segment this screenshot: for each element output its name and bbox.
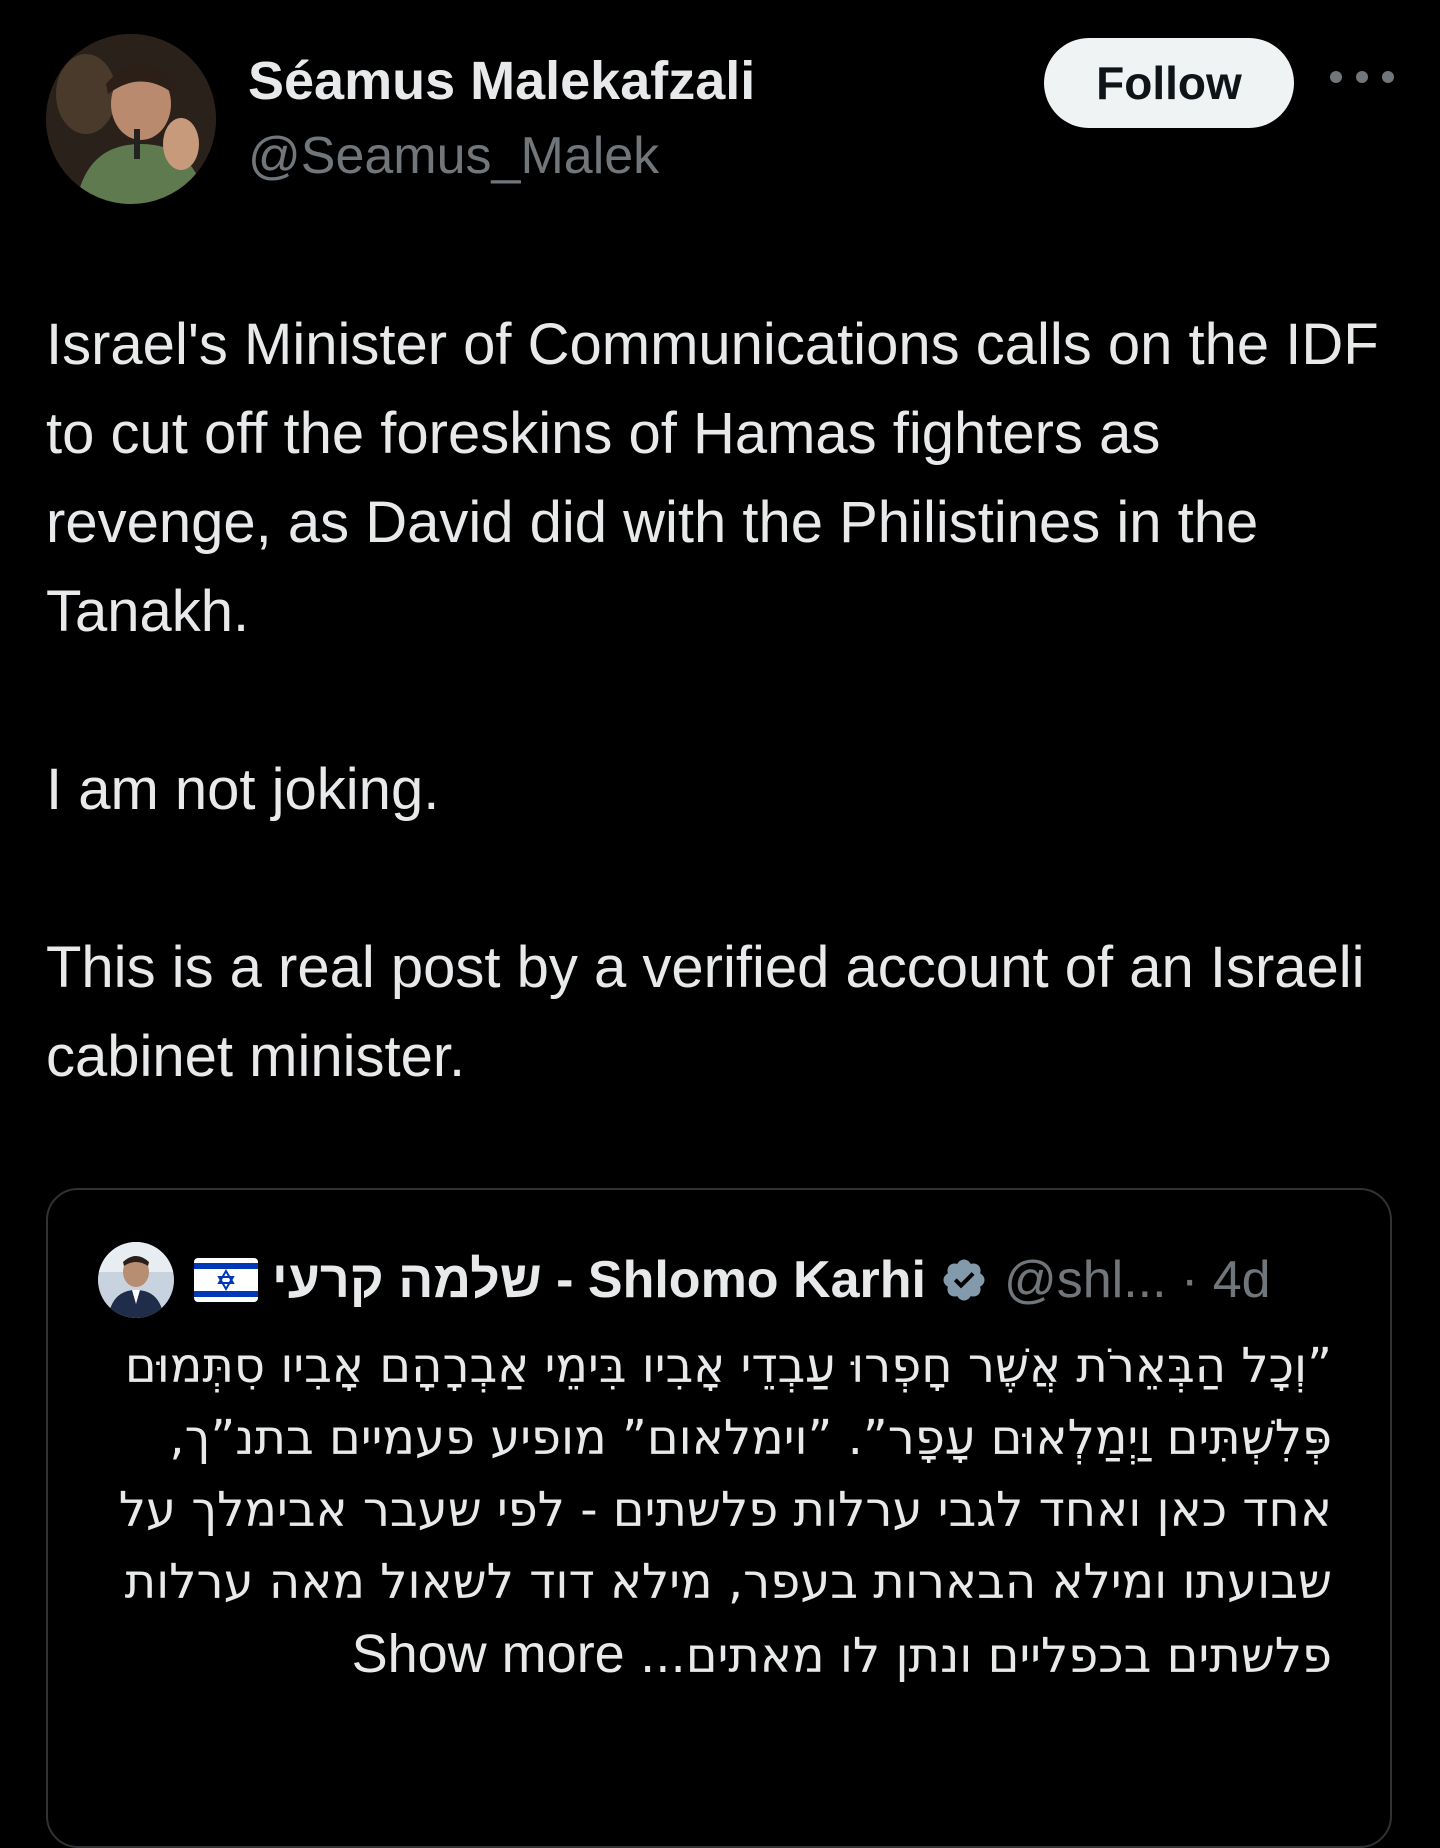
more-dot [1382,71,1394,83]
quoted-tweet-card[interactable]: שלמה קרעי - Shlomo Karhi @shl... · 4d ”ו… [46,1188,1392,1848]
show-more-link[interactable]: Show more [352,1624,625,1684]
tweet-paragraph: This is a real post by a verified accoun… [46,935,1365,1089]
author-handle[interactable]: @Seamus_Malek [248,126,659,186]
tweet-paragraph: Israel's Minister of Communications call… [46,312,1379,644]
more-dot [1330,71,1342,83]
author-name[interactable]: Séamus Malekafzali [248,50,755,112]
verified-badge-icon[interactable] [940,1256,988,1304]
tweet-header: Séamus Malekafzali @Seamus_Malek Follow [46,34,1406,204]
quoted-author-name[interactable]: שלמה קרעי - Shlomo Karhi [272,1250,926,1310]
quoted-author-handle[interactable]: @shl... · 4d [1004,1250,1271,1310]
author-avatar-image [46,34,216,204]
more-horizontal-icon[interactable] [1330,64,1394,90]
quoted-tweet-header: שלמה קרעי - Shlomo Karhi @shl... · 4d [98,1240,1271,1320]
follow-button[interactable]: Follow [1044,38,1294,128]
quoted-tweet-body: ”וְכָל הַבְּאֵרֹת אֲשֶׁר חָפְרוּ עַבְדֵי… [118,1338,1332,1684]
quoted-author-avatar[interactable] [98,1242,174,1318]
author-avatar[interactable] [46,34,216,204]
tweet-paragraph: I am not joking. [46,757,440,822]
quoted-avatar-image [98,1242,174,1318]
quoted-tweet-text: ”וְכָל הַבְּאֵרֹת אֲשֶׁר חָפְרוּ עַבְדֵי… [108,1330,1332,1692]
israel-flag-icon [194,1258,258,1302]
more-dot [1356,71,1368,83]
tweet-text: Israel's Minister of Communications call… [46,300,1396,1101]
